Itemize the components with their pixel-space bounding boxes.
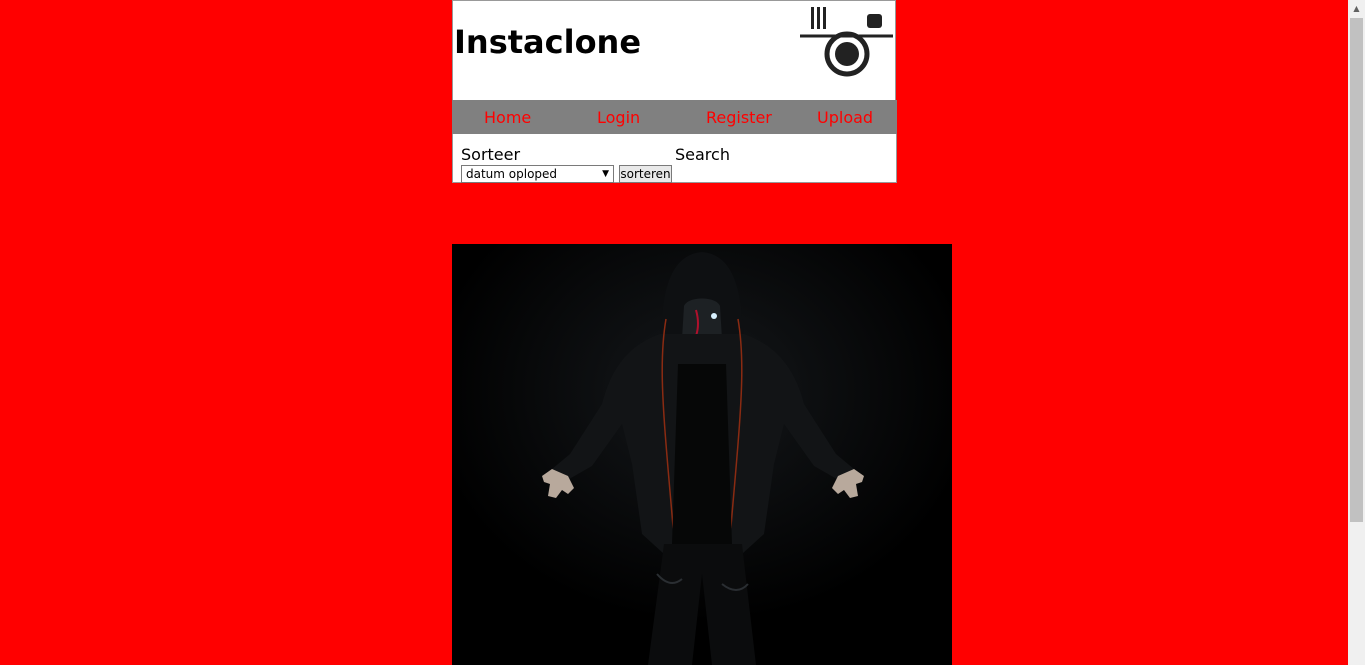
sort-search-panel: Sorteer Search datum oploped ▼ sorteren bbox=[452, 134, 897, 183]
page: Instaclone Home Login Register Upload So… bbox=[0, 0, 1365, 665]
sort-select-value: datum oploped bbox=[466, 167, 558, 181]
chevron-down-icon: ▼ bbox=[602, 169, 609, 179]
sort-button[interactable]: sorteren bbox=[619, 165, 672, 183]
nav-upload-link[interactable]: Upload bbox=[817, 108, 873, 127]
nav-register-link[interactable]: Register bbox=[706, 108, 772, 127]
site-title: Instaclone bbox=[454, 23, 642, 61]
sort-select[interactable]: datum oploped ▼ bbox=[461, 165, 614, 183]
hooded-figure-image[interactable] bbox=[452, 244, 952, 665]
scroll-thumb[interactable] bbox=[1350, 18, 1363, 522]
site-header: Instaclone bbox=[452, 0, 896, 100]
nav-login-link[interactable]: Login bbox=[597, 108, 640, 127]
camera-icon bbox=[800, 7, 893, 77]
nav-home-link[interactable]: Home bbox=[484, 108, 531, 127]
scroll-up-icon[interactable]: ▲ bbox=[1348, 0, 1365, 17]
main-nav: Home Login Register Upload bbox=[452, 100, 897, 134]
search-label: Search bbox=[675, 145, 730, 164]
vertical-scrollbar[interactable]: ▲ bbox=[1348, 0, 1365, 665]
sort-label: Sorteer bbox=[461, 145, 521, 164]
photo-drawing bbox=[452, 244, 952, 665]
